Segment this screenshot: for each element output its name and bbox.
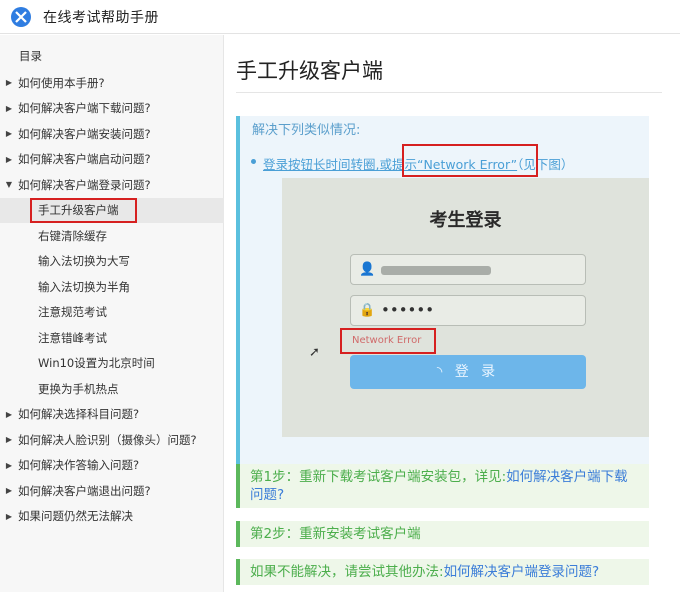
sidebar-item[interactable]: Win10设置为北京时间 xyxy=(0,351,224,377)
sidebar-item[interactable]: ▼ 如何解决客户端登录问题? xyxy=(0,172,224,198)
sidebar-item-label: 如何使用本手册? xyxy=(18,75,105,90)
sidebar-item[interactable]: ▶ 如何解决客户端启动问题? xyxy=(0,147,224,173)
bullet-dot xyxy=(251,159,256,164)
toc-nav: ▶ 如何使用本手册? ▶ 如何解决客户端下载问题? ▶ 如何解决客户端安装问题? ▶ 如何解决… xyxy=(0,70,224,529)
sidebar-item-label: 输入法切换为大写 xyxy=(38,254,130,269)
sidebar-item[interactable]: 右键清除缓存 xyxy=(0,223,224,249)
caret-right-icon: ▶ xyxy=(5,78,13,88)
login-title: 考生登录 xyxy=(429,210,502,231)
sidebar-item-label: Win10设置为北京时间 xyxy=(38,356,155,371)
info-heading: 解决下列类似情况: xyxy=(252,123,361,138)
password-mask: •••••• xyxy=(381,301,435,319)
caret-right-icon: ▶ xyxy=(5,409,13,419)
caret-right-icon: ▶ xyxy=(5,460,13,470)
info-box: 解决下列类似情况: 登录按钮长时间转圈,或提示“Network Error”（见… xyxy=(236,116,649,487)
sidebar-item-label: 如何解决客户端启动问题? xyxy=(18,152,151,167)
sidebar-item[interactable]: ▶ 如何解决选择科目问题? xyxy=(0,402,224,428)
login-button: ◝ 登 录 xyxy=(350,355,586,389)
sidebar-item-label: 如何解决客户端登录问题? xyxy=(18,177,151,192)
sidebar-item-label: 如何解决客户端下载问题? xyxy=(18,101,151,116)
caret-right-icon: ▶ xyxy=(5,511,13,521)
sidebar-item-label: 更换为手机热点 xyxy=(38,381,119,396)
step-1-text: 第1步：重新下载考试客户端安装包，详见: xyxy=(250,469,507,485)
sidebar-item[interactable]: ▶ 如何解决作答输入问题? xyxy=(0,453,224,479)
sidebar-item-label: 如何解决客户端安装问题? xyxy=(18,126,151,141)
sidebar-item[interactable]: ▶ 如何使用本手册? xyxy=(0,70,224,96)
spinner-icon: ◝ xyxy=(436,364,447,380)
sidebar-item[interactable]: 注意错峰考试 xyxy=(0,325,224,351)
login-button-label: 登 录 xyxy=(454,364,500,380)
site-title: 在线考试帮助手册 xyxy=(43,9,159,26)
main-content: 手工升级客户端 解决下列类似情况: 登录按钮长时间转圈,或提示“Network … xyxy=(224,35,680,592)
caret-right-icon: ▶ xyxy=(5,103,13,113)
sidebar-item[interactable]: 输入法切换为大写 xyxy=(0,249,224,275)
sidebar-item-label: 注意规范考试 xyxy=(38,305,107,320)
login-screenshot: 考生登录 👤 🔒 •••••• Network Error ➚ ◝ 登 录 xyxy=(282,178,649,437)
sidebar: 目录 ▶ 如何使用本手册? ▶ 如何解决客户端下载问题? ▶ 如何解决客户端安装问题? ▶ 如… xyxy=(0,35,224,592)
sidebar-item-label: 如果问题仍然无法解决 xyxy=(18,509,133,524)
sidebar-item-label: 如何解决客户端退出问题? xyxy=(18,483,151,498)
caret-right-icon: ▶ xyxy=(5,129,13,139)
network-error-box xyxy=(340,328,436,354)
step-2-text: 第2步：重新安装考试客户端 xyxy=(250,526,421,542)
username-field: 👤 xyxy=(350,254,586,285)
sidebar-item[interactable]: 手工升级客户端 xyxy=(0,197,224,223)
sidebar-item[interactable]: 输入法切换为半角 xyxy=(0,274,224,300)
mouse-cursor-icon: ➚ xyxy=(309,345,320,360)
bullet-text-spinning: 登录按钮长时间转圈, xyxy=(263,157,380,172)
sidebar-item-label: 输入法切换为半角 xyxy=(38,279,130,294)
step-2: 第2步：重新安装考试客户端 xyxy=(236,521,649,547)
x-logo-icon[interactable] xyxy=(11,6,31,27)
step-3-text: 如果不能解决，请尝试其他办法: xyxy=(250,564,444,580)
lock-icon: 🔒 xyxy=(359,303,376,318)
sidebar-item[interactable]: ▶ 如果问题仍然无法解决 xyxy=(0,504,224,530)
sidebar-item[interactable]: ▶ 如何解决客户端下载问题? xyxy=(0,96,224,122)
sidebar-item-label: 如何解决选择科目问题? xyxy=(18,407,140,422)
toc-title: 目录 xyxy=(19,49,42,63)
sidebar-item[interactable]: ▶ 如何解决客户端退出问题? xyxy=(0,478,224,504)
sidebar-item-label: 右键清除缓存 xyxy=(38,228,107,243)
page-title: 手工升级客户端 xyxy=(236,59,383,83)
password-field: 🔒 •••••• xyxy=(350,295,586,326)
caret-down-icon: ▼ xyxy=(5,180,13,190)
sidebar-item[interactable]: ▶ 如何解决客户端安装问题? xyxy=(0,121,224,147)
login-problem-link[interactable]: 如何解决客户端登录问题? xyxy=(444,564,600,580)
caret-right-icon: ▶ xyxy=(5,154,13,164)
sidebar-item-label: 如何解决作答输入问题? xyxy=(18,458,140,473)
top-bar: 在线考试帮助手册 xyxy=(0,0,680,34)
title-divider xyxy=(236,92,662,93)
sidebar-item-label: 注意错峰考试 xyxy=(38,330,107,345)
sidebar-item[interactable]: 更换为手机热点 xyxy=(0,376,224,402)
active-item-highlight xyxy=(30,197,137,223)
username-blurred xyxy=(381,266,491,275)
step-3: 如果不能解决，请尝试其他办法:如何解决客户端登录问题? xyxy=(236,559,649,585)
sidebar-item[interactable]: 注意规范考试 xyxy=(0,300,224,326)
user-icon: 👤 xyxy=(359,262,376,277)
caret-right-icon: ▶ xyxy=(5,486,13,496)
sidebar-item-label: 如何解决人脸识别（摄像头）问题? xyxy=(18,432,197,447)
sidebar-item[interactable]: ▶ 如何解决人脸识别（摄像头）问题? xyxy=(0,427,224,453)
step-1: 第1步：重新下载考试客户端安装包，详见:如何解决客户端下载问题? xyxy=(236,464,649,508)
network-error-highlight xyxy=(402,144,538,177)
caret-right-icon: ▶ xyxy=(5,435,13,445)
